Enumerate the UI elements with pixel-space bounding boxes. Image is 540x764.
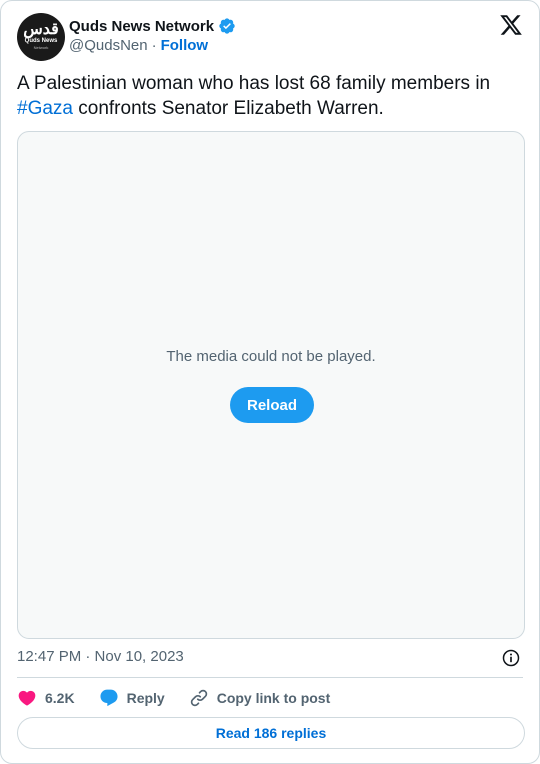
reply-label: Reply [126,690,165,706]
tweet-card: قدس Quds News Network Quds News Network … [0,0,540,764]
heart-icon [18,690,36,706]
read-replies-button[interactable]: Read 186 replies [17,717,525,749]
avatar-logo-subtext-2: Network [33,45,49,50]
hashtag-link[interactable]: #Gaza [17,98,73,119]
link-icon [190,689,207,707]
tweet-text-start: A Palestinian woman who has lost 68 fami… [17,73,491,94]
avatar[interactable]: قدس Quds News Network [17,13,65,61]
reload-button[interactable]: Reload [230,387,314,423]
author-handle[interactable]: @QudsNen [69,37,148,54]
divider [17,677,523,678]
separator-dot: · [151,37,157,54]
copy-link-action[interactable]: Copy link to post [189,688,331,708]
verified-badge-icon [219,18,235,34]
avatar-logo-text: قدس [23,19,60,38]
copy-link-label: Copy link to post [216,690,331,706]
media-container: The media could not be played. Reload [17,131,525,639]
info-icon[interactable] [501,648,521,668]
author-handle-row: @QudsNen · Follow [69,37,208,54]
tweet-text-end: confronts Senator Elizabeth Warren. [72,98,384,119]
tweet-timestamp[interactable]: 12:47 PM · Nov 10, 2023 [17,648,184,665]
like-count: 6.2K [45,690,75,706]
tweet-text: A Palestinian woman who has lost 68 fami… [17,71,525,121]
follow-button[interactable]: Follow [161,37,209,54]
reply-action[interactable]: Reply [99,688,165,708]
author-name-row: Quds News Network [69,17,236,35]
action-bar: 6.2K Reply Copy link to post [17,687,354,709]
author-display-name[interactable]: Quds News Network [69,18,214,35]
avatar-logo-subtext: Quds News [24,38,58,44]
media-error-message: The media could not be played. [166,348,376,365]
reply-bubble-icon [100,689,118,707]
x-logo-icon[interactable] [499,13,523,37]
like-action[interactable]: 6.2K [17,688,75,708]
